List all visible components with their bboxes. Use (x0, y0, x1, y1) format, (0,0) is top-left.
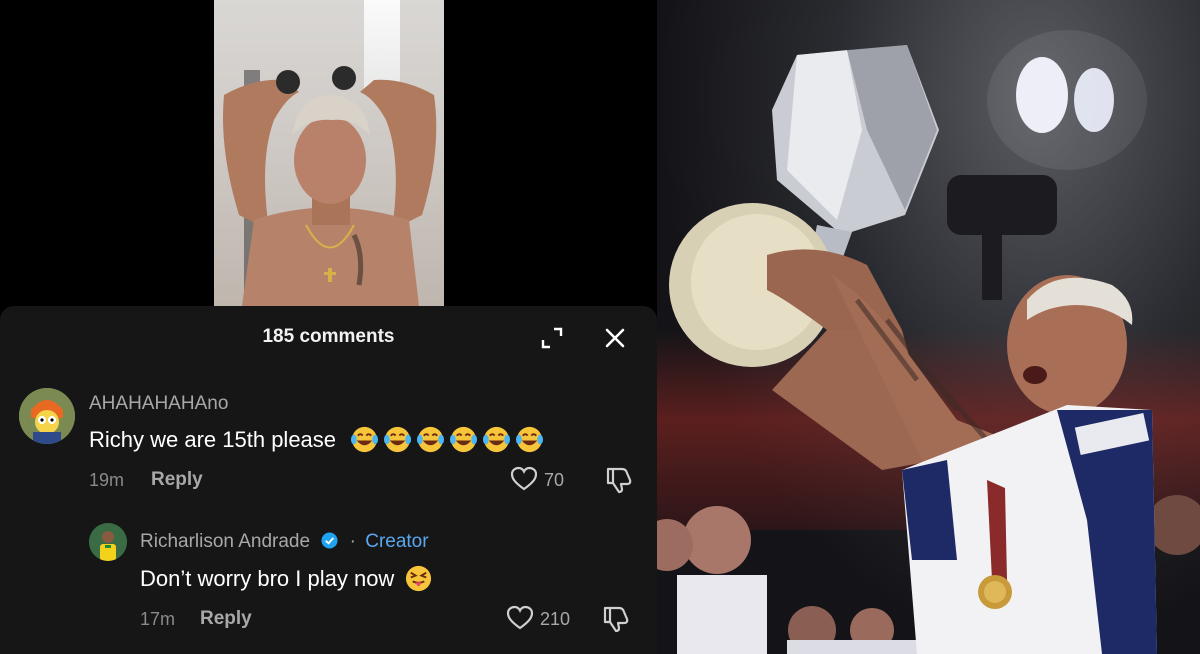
trophy-celebration-photo (657, 0, 1200, 654)
video-preview[interactable] (214, 0, 444, 306)
laughing-emoji (384, 426, 412, 453)
creator-badge: Creator (365, 531, 429, 552)
laughing-emoji-row (346, 426, 544, 453)
comment-text-body: Richy we are 15th please (89, 427, 337, 452)
comment-username[interactable]: AHAHAHAHAno (89, 393, 228, 415)
reply-comment-item: Richarlison Andrade · Creator Don’t worr… (0, 521, 657, 641)
like-count: 70 (544, 470, 565, 490)
expand-icon[interactable] (540, 326, 564, 350)
close-icon[interactable] (602, 325, 628, 351)
comment-time: 19m (89, 470, 125, 490)
dislike-icon[interactable] (604, 464, 634, 494)
comment-text-body: Don’t worry bro I play now (140, 566, 395, 591)
heart-icon[interactable] (506, 605, 534, 631)
heart-icon[interactable] (510, 466, 538, 492)
dislike-icon[interactable] (601, 603, 631, 633)
comment-time: 17m (140, 609, 176, 629)
like-count: 210 (540, 609, 571, 629)
laughing-emoji (483, 426, 511, 453)
player-lifting-trophy-image (657, 30, 1200, 654)
badge-separator: · (349, 531, 356, 552)
laughing-emoji (450, 426, 478, 453)
verified-icon (321, 532, 338, 549)
reply-button[interactable]: Reply (151, 469, 203, 491)
reply-button[interactable]: Reply (200, 608, 252, 630)
creator-username-row: Richarlison Andrade · Creator (140, 531, 429, 553)
comments-sheet: 185 comments AHAHAHAHAno Richy we are 15… (0, 306, 657, 654)
comments-header: 185 comments (0, 306, 657, 366)
laughing-emoji (351, 426, 379, 453)
avatar[interactable] (89, 523, 127, 561)
cartoon-avatar-icon (19, 388, 75, 444)
shirtless-man-photo (223, 66, 437, 306)
laughing-emoji (516, 426, 544, 453)
avatar[interactable] (19, 388, 75, 444)
creator-avatar-icon (89, 523, 127, 561)
comment-text: Richy we are 15th please (89, 425, 544, 454)
comment-username[interactable]: Richarlison Andrade (140, 531, 310, 552)
laughing-emoji (417, 426, 445, 453)
comment-text: Don’t worry bro I play now (140, 564, 433, 593)
tiktok-screenshot: 185 comments AHAHAHAHAno Richy we are 15… (0, 0, 657, 654)
tongue-emoji (406, 565, 432, 592)
comment-item: AHAHAHAHAno Richy we are 15th please 19m… (0, 386, 657, 496)
